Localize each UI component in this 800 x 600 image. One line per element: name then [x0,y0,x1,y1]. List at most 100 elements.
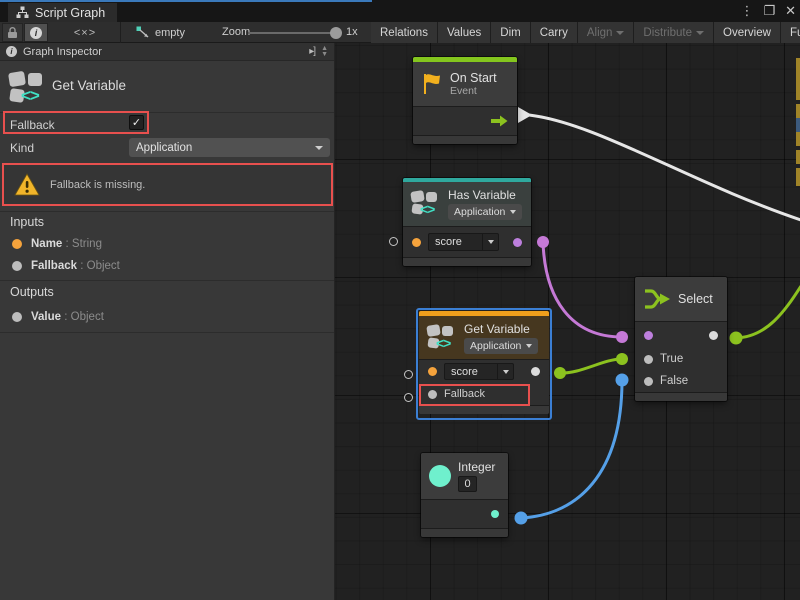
output-row-value: Value : Object [12,311,104,323]
maximize-icon[interactable]: ❐ [763,3,775,19]
variable-picker[interactable] [497,364,513,379]
integer-value-field[interactable]: 0 [458,476,477,492]
chevron-down-icon [696,31,704,35]
close-icon[interactable]: ✕ [785,3,796,19]
fallback-in-port[interactable] [428,390,437,399]
node-title: Integer [458,460,495,474]
bool-out-port[interactable] [513,238,522,247]
fallback-toggle-label: Fallback [10,118,55,132]
false-port-label: False [660,375,688,387]
check-icon: ✓ [132,117,141,129]
zoom-label: Zoom [222,26,250,38]
full-screen-button[interactable]: Full Screen [781,22,800,43]
fallback-checkbox[interactable]: ✓ [129,115,144,130]
on-start-node[interactable]: On Start Event [413,57,517,144]
relations-button[interactable]: Relations [371,22,437,43]
wire-select-out[interactable] [736,286,800,338]
graph-pointer-label: empty [155,27,185,39]
align-button: Align [578,22,634,43]
integer-icon [429,465,451,487]
variable-icon: <> [8,70,48,106]
variable-icon: <> [411,190,441,218]
clipped-node-edge [796,118,800,132]
distribute-button: Distribute [634,22,713,43]
name-in-port[interactable] [412,238,421,247]
false-in-port[interactable] [644,377,653,386]
scroll-down-icon[interactable]: ▼ [321,52,328,58]
code-angle-icon: <×> [74,27,96,39]
value-out-port[interactable] [531,367,540,376]
kind-dropdown[interactable]: Application [448,204,522,220]
focus-indicator [0,0,372,2]
tab-script-graph[interactable]: Script Graph [8,3,117,22]
inspector-title: Graph Inspector [23,46,102,58]
flow-out-port[interactable] [491,115,508,127]
input-row-name: Name : String [12,238,102,250]
node-title: Has Variable [448,188,522,202]
code-preview-button[interactable]: <×> [62,23,108,42]
zoom-value: 1x [346,26,358,38]
info-icon: i [6,46,17,57]
graph-pointer-icon [136,26,150,39]
graph-canvas[interactable]: On Start Event <> Has Varia [335,43,800,600]
chevron-down-icon [503,370,509,374]
variable-picker[interactable] [482,234,498,250]
kind-dropdown[interactable]: Application [129,138,330,157]
zoom-slider-handle[interactable] [330,27,342,39]
chevron-down-icon [616,31,624,35]
wire-endpoint [554,367,566,379]
wire-endpoint [730,332,743,345]
clipped-node-edge [796,58,800,100]
carry-button[interactable]: Carry [531,22,577,43]
graph-inspector-panel: i Graph Inspector ▸] ▲ ▼ <> Get Variable… [0,43,335,600]
get-variable-node[interactable]: <> Get Variable Application score [419,311,549,414]
clipped-node-edge [796,150,800,164]
integer-node[interactable]: Integer 0 [421,453,508,537]
true-port-label: True [660,353,683,365]
chevron-down-icon [315,146,323,150]
kind-dropdown[interactable]: Application [464,338,538,354]
get-variable-selection: <> Get Variable Application score [416,308,552,420]
variable-name-field[interactable]: score [428,233,499,251]
inspector-toggle-button[interactable]: i [24,23,48,42]
object-port-dot [12,312,22,322]
lock-button[interactable] [2,23,23,42]
graph-icon [16,6,29,19]
dim-button[interactable]: Dim [491,22,529,43]
int-out-port[interactable] [491,510,499,518]
menu-icon[interactable]: ⋮ [740,3,753,19]
overview-button[interactable]: Overview [714,22,780,43]
variable-name-field[interactable]: score [444,363,514,380]
kind-value: Application [136,142,192,154]
name-in-port[interactable] [428,367,437,376]
wire-endpoint [616,353,628,365]
true-in-port[interactable] [644,355,653,364]
tab-title: Script Graph [35,6,105,20]
inputs-header: Inputs [10,215,44,229]
unconnected-port-indicator [404,393,413,402]
dock-icon[interactable]: ▸] [309,46,315,57]
chevron-down-icon [488,240,494,244]
wire-control[interactable] [529,115,800,220]
inspector-header[interactable]: i Graph Inspector ▸] ▲ ▼ [0,43,334,61]
warning-box: Fallback is missing. [2,163,333,206]
clipped-node-edge [796,168,800,186]
values-button[interactable]: Values [438,22,490,43]
chevron-down-icon [510,210,516,214]
string-port-dot [12,239,22,249]
wire-value[interactable] [560,359,622,373]
graph-pointer: empty [136,23,185,42]
unconnected-port-indicator [404,370,413,379]
zoom-slider[interactable] [248,32,336,34]
wire-bool[interactable] [543,242,622,337]
result-out-port[interactable] [709,331,718,340]
select-node[interactable]: Select True False [635,277,727,401]
select-merge-icon [643,287,671,311]
inspected-node-summary: <> Get Variable [0,62,334,112]
info-icon: i [30,27,42,39]
inspected-node-title: Get Variable [52,78,126,93]
has-variable-node[interactable]: <> Has Variable Application score [403,178,531,266]
fallback-port-label: Fallback [444,388,485,400]
condition-in-port[interactable] [644,331,653,340]
lock-icon [7,27,18,39]
